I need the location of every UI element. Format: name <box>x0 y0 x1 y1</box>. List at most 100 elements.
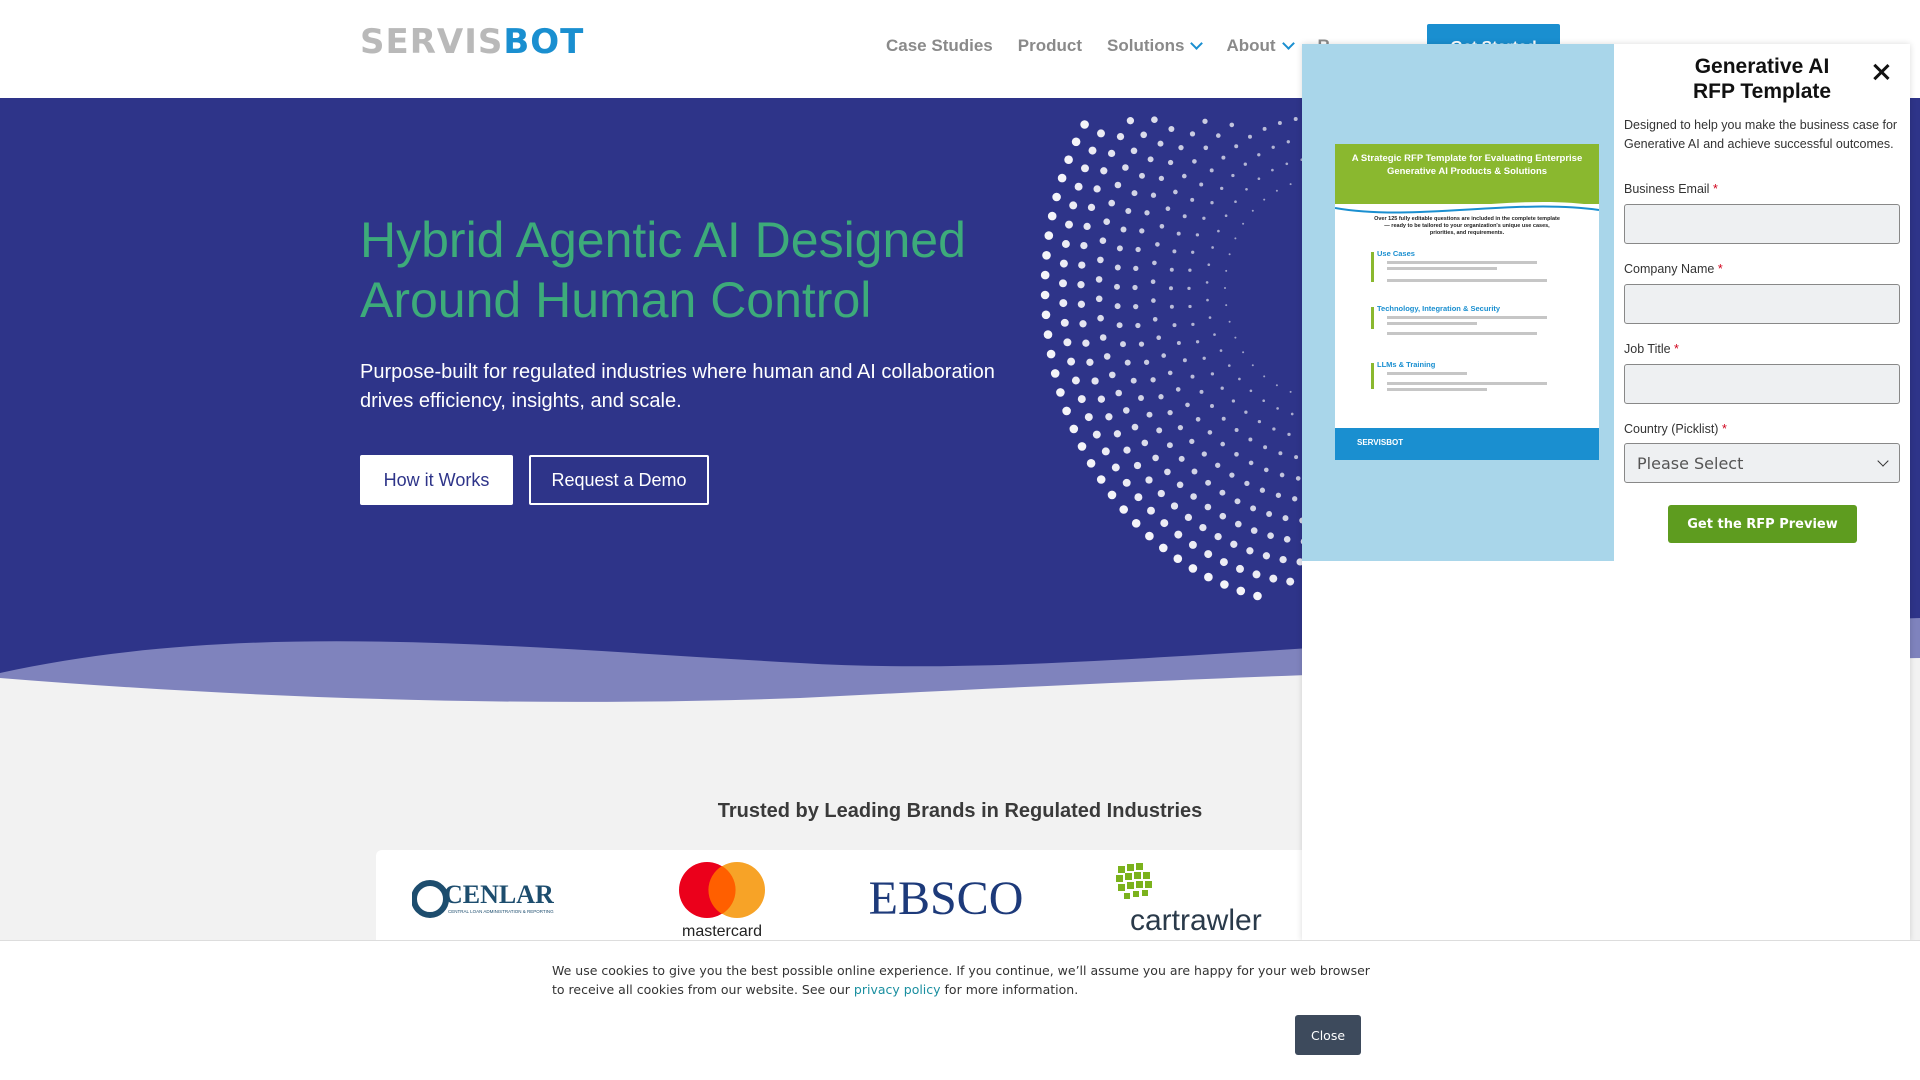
get-rfp-preview-button[interactable]: Get the RFP Preview <box>1668 505 1857 543</box>
swirl-dot <box>1155 242 1160 247</box>
swirl-dot <box>1176 231 1181 236</box>
how-it-works-button[interactable]: How it Works <box>360 455 513 505</box>
swirl-dot <box>1144 210 1150 216</box>
swirl-dot <box>1250 527 1258 534</box>
swirl-dot <box>1046 349 1056 359</box>
swirl-dot <box>1271 168 1274 172</box>
nav-solutions[interactable]: Solutions <box>1107 36 1204 56</box>
close-icon[interactable] <box>1869 60 1893 84</box>
swirl-dot <box>1185 402 1190 408</box>
swirl-dot <box>1059 299 1068 308</box>
swirl-dot <box>1263 198 1266 201</box>
swirl-dot <box>1140 131 1148 139</box>
swirl-dot <box>1159 543 1168 553</box>
swirl-dot <box>1138 395 1144 401</box>
swirl-dot <box>1207 263 1211 267</box>
chevron-down-icon <box>1190 36 1204 50</box>
swirl-dot <box>1236 564 1244 573</box>
swirl-dot <box>1122 164 1129 171</box>
request-demo-button[interactable]: Request a Demo <box>529 455 709 505</box>
swirl-dot <box>1147 156 1154 163</box>
swirl-dot <box>1158 175 1165 182</box>
swirl-dot <box>1220 386 1224 390</box>
swirl-dot <box>1234 336 1237 339</box>
swirl-dot <box>1287 432 1291 437</box>
country-select[interactable]: Please Select <box>1624 443 1900 483</box>
swirl-dot <box>1242 222 1245 225</box>
swirl-dot <box>1182 214 1187 219</box>
swirl-dot <box>1130 377 1137 384</box>
doc-line <box>1387 372 1467 375</box>
swirl-dot <box>1086 358 1094 366</box>
swirl-dot <box>1224 287 1226 289</box>
cookie-banner: We use cookies to give you the best poss… <box>0 940 1920 1080</box>
swirl-dot <box>1122 407 1130 414</box>
swirl-dot <box>1061 240 1070 248</box>
swirl-dot <box>1120 341 1126 348</box>
nav-product[interactable]: Product <box>1018 36 1082 56</box>
job-title-field[interactable] <box>1624 364 1900 404</box>
nav-case-studies[interactable]: Case Studies <box>886 36 993 56</box>
swirl-dot <box>1190 493 1197 500</box>
swirl-dot <box>1244 410 1248 414</box>
swirl-dot <box>1279 555 1287 564</box>
swirl-dot <box>1156 427 1163 434</box>
swirl-dot <box>1097 256 1104 264</box>
swirl-dot <box>1215 133 1221 138</box>
doc-line <box>1387 332 1537 335</box>
business-email-field[interactable] <box>1624 204 1900 244</box>
swirl-dot <box>1250 505 1257 512</box>
chevron-down-icon <box>1281 36 1295 50</box>
swirl-dot <box>1205 479 1212 486</box>
company-label: Company Name * <box>1624 262 1723 276</box>
swirl-dot <box>1189 131 1196 137</box>
company-name-field[interactable] <box>1624 284 1900 324</box>
hero-title: Hybrid Agentic AI Designed Around Human C… <box>360 212 966 328</box>
swirl-dot <box>1195 340 1200 344</box>
cookie-close-button[interactable]: Close <box>1295 1015 1361 1055</box>
privacy-policy-link[interactable]: privacy policy <box>854 982 941 997</box>
swirl-dot <box>1195 416 1201 422</box>
swirl-dot <box>1147 506 1155 515</box>
swirl-dot <box>1191 468 1198 475</box>
swirl-dot <box>1262 552 1271 560</box>
swirl-dot <box>1245 187 1248 191</box>
swirl-dot <box>1293 117 1298 121</box>
swirl-dot <box>1234 144 1239 149</box>
swirl-dot <box>1157 140 1164 147</box>
doc-line <box>1387 279 1547 282</box>
nav-about[interactable]: About <box>1226 36 1295 56</box>
swirl-dot <box>1082 339 1090 347</box>
swirl-dot <box>1173 189 1178 195</box>
servisbot-logo[interactable]: SERVISBOT <box>360 22 584 62</box>
swirl-dot <box>1150 279 1156 285</box>
swirl-dot <box>1139 228 1145 234</box>
swirl-dot <box>1097 129 1105 138</box>
swirl-dot <box>1158 394 1164 400</box>
swirl-dot <box>1135 322 1141 329</box>
swirl-dot <box>1139 172 1145 179</box>
swirl-dot <box>1230 540 1238 548</box>
swirl-dot <box>1156 335 1162 341</box>
cenlar-logo: CENLAR CENTRAL LOAN ADMINISTRATION & REP… <box>412 850 562 945</box>
svg-text:cartrawler: cartrawler <box>1130 904 1262 937</box>
swirl-dot <box>1279 472 1285 478</box>
doc-header: A Strategic RFP Template for Evaluating … <box>1335 144 1599 204</box>
swirl-dot <box>1187 286 1191 291</box>
swirl-dot <box>1181 173 1187 179</box>
swirl-dot <box>1065 220 1073 229</box>
swirl-dot <box>1168 126 1175 132</box>
swirl-dot <box>1169 267 1174 272</box>
swirl-dot <box>1141 439 1149 447</box>
swirl-dot <box>1191 250 1195 254</box>
swirl-dot <box>1132 284 1138 291</box>
swirl-dot <box>1190 197 1195 202</box>
doc-line <box>1387 261 1537 264</box>
swirl-dot <box>1252 570 1261 579</box>
swirl-dot <box>1209 168 1214 173</box>
swirl-dot <box>1067 357 1076 366</box>
swirl-dot <box>1172 323 1177 328</box>
swirl-dot <box>1277 121 1282 125</box>
swirl-dot <box>1248 437 1253 442</box>
doc-section-2: Technology, Integration & Security <box>1377 304 1501 313</box>
